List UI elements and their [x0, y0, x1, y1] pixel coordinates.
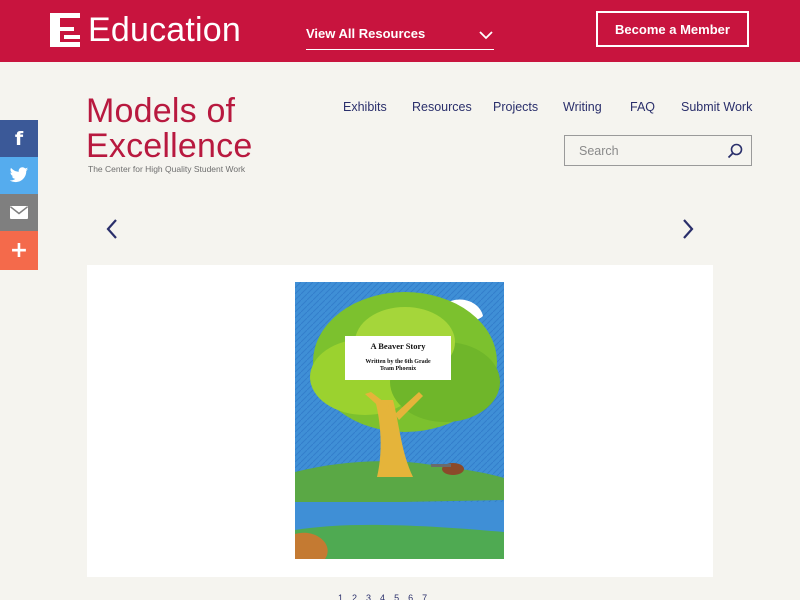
brand-name: Education: [88, 11, 242, 49]
el-logo-mark-icon: [50, 13, 80, 47]
pager-dot[interactable]: 3: [366, 593, 371, 600]
resources-dropdown-label: View All Resources: [306, 26, 426, 41]
pager-dot[interactable]: 5: [394, 593, 399, 600]
nav-faq[interactable]: FAQ: [630, 100, 655, 114]
search-input[interactable]: [565, 136, 715, 165]
carousel-pager: 1 2 3 4 5 6 7: [338, 593, 427, 600]
top-bar: Education View All Resources Become a Me…: [0, 0, 800, 62]
cover-byline: Written by the 6th Grade Team Phoenix: [345, 359, 451, 373]
plus-icon: +: [9, 237, 29, 263]
more-share-button[interactable]: +: [0, 231, 38, 270]
cover-title: A Beaver Story: [370, 341, 426, 351]
nav-projects[interactable]: Projects: [493, 100, 538, 114]
chevron-down-icon: [479, 31, 493, 40]
become-a-member-button[interactable]: Become a Member: [596, 11, 749, 47]
view-all-resources-dropdown[interactable]: View All Resources: [306, 20, 494, 50]
search-icon[interactable]: [727, 143, 743, 159]
search-box: [564, 135, 752, 166]
logo-line-2: Excellence: [86, 127, 253, 165]
cover-byline-2: Team Phoenix: [379, 366, 417, 372]
facebook-share-button[interactable]: f: [0, 120, 38, 157]
pager-dot[interactable]: 1: [338, 593, 343, 600]
pager-dot[interactable]: 7: [422, 593, 427, 600]
nav-submit-work[interactable]: Submit Work: [681, 100, 752, 114]
email-icon: [10, 206, 28, 219]
twitter-share-button[interactable]: [0, 157, 38, 194]
el-education-logo[interactable]: Education: [50, 12, 241, 48]
pager-dot[interactable]: 4: [380, 593, 385, 600]
twitter-icon: [9, 167, 29, 183]
beaver-story-cover-image[interactable]: A Beaver Story Written by the 6th Grade …: [295, 282, 504, 559]
email-share-button[interactable]: [0, 194, 38, 231]
facebook-icon: f: [14, 127, 24, 150]
chevron-right-icon[interactable]: [680, 218, 696, 240]
cover-illustration: [295, 282, 504, 559]
nav-resources[interactable]: Resources: [412, 100, 472, 114]
logo-tagline: The Center for High Quality Student Work: [88, 164, 246, 174]
nav-writing[interactable]: Writing: [563, 100, 602, 114]
cover-title-card: A Beaver Story Written by the 6th Grade …: [345, 336, 451, 380]
cover-byline-1: Written by the 6th Grade: [365, 359, 431, 365]
chevron-left-icon[interactable]: [104, 218, 120, 240]
pager-dot[interactable]: 2: [352, 593, 357, 600]
main-nav: Exhibits Resources Projects Writing FAQ …: [0, 100, 800, 116]
pager-dot[interactable]: 6: [408, 593, 413, 600]
nav-exhibits[interactable]: Exhibits: [343, 100, 387, 114]
